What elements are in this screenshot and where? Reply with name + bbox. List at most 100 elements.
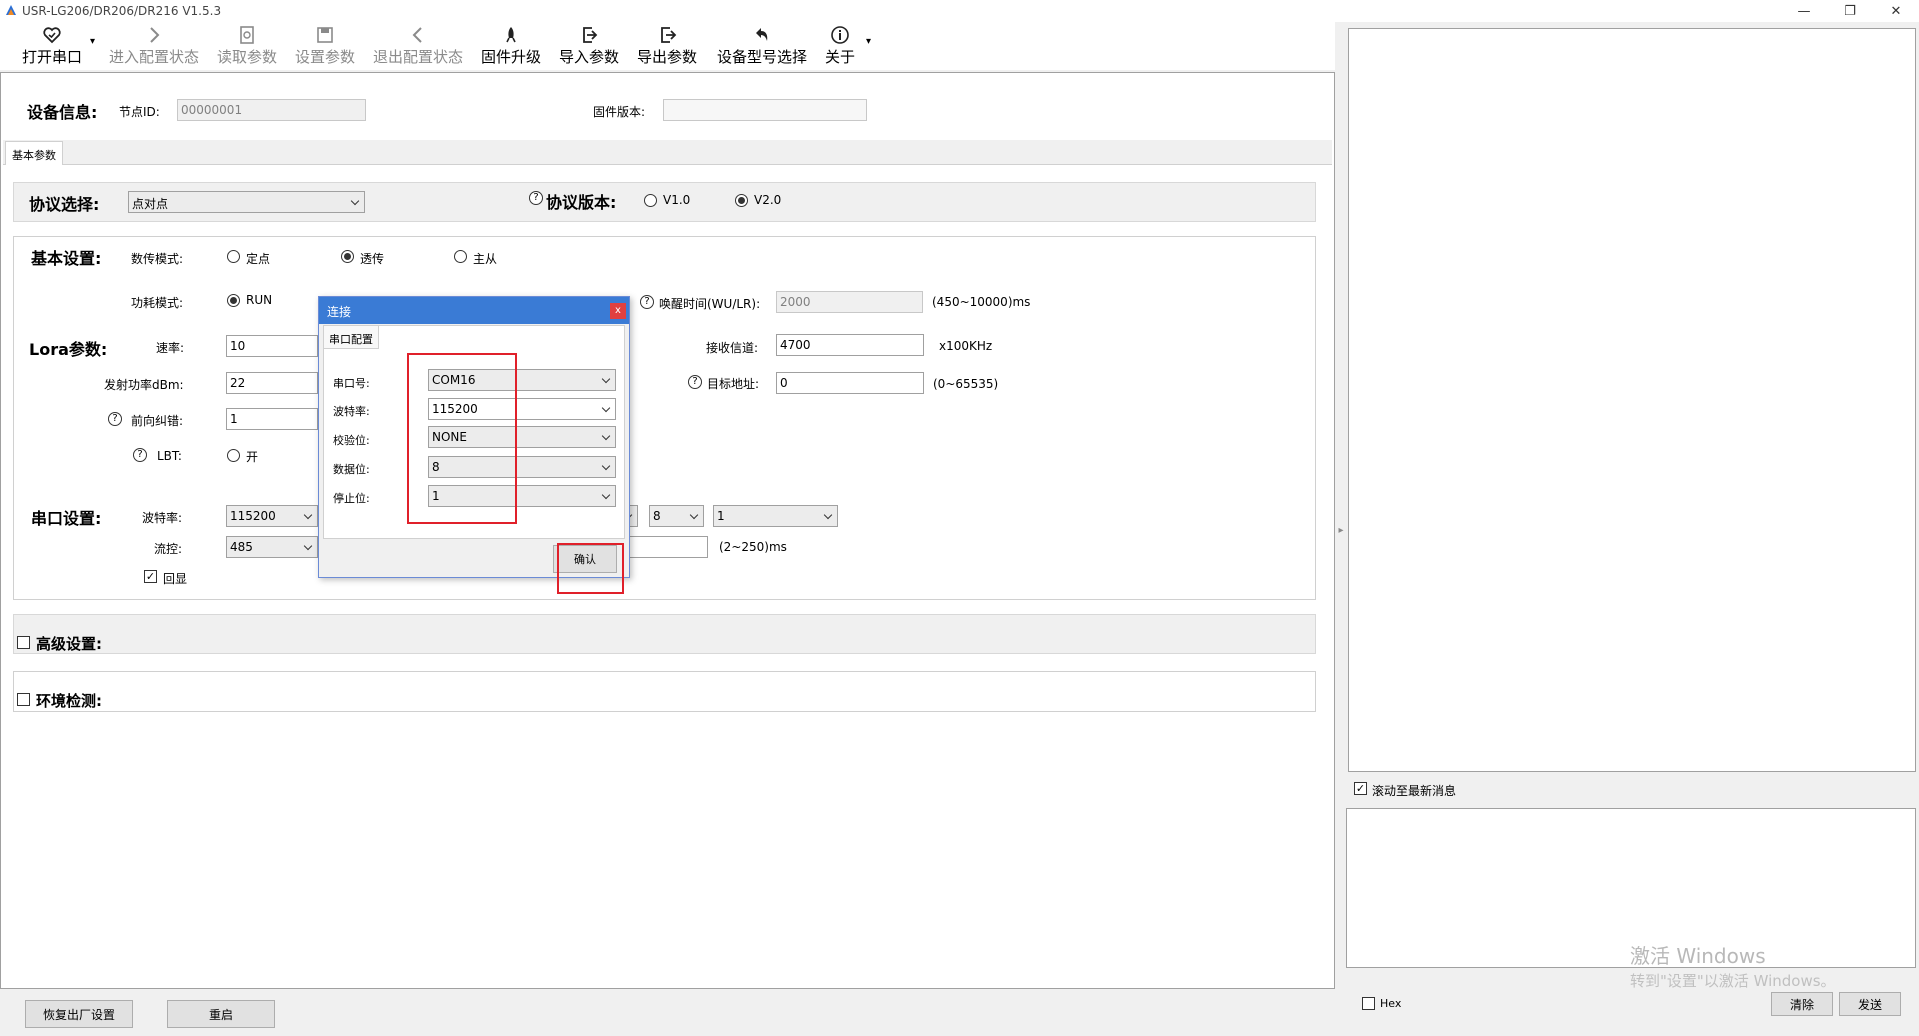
wake-time-range: (450~10000)ms (932, 295, 1031, 309)
activation-watermark-title: 激活 Windows (1630, 944, 1766, 968)
timeout-field[interactable] (623, 536, 708, 558)
protocol-v2-radio[interactable] (735, 194, 748, 207)
serial-baud-select[interactable]: 115200 (226, 505, 318, 527)
protocol-version-label: 协议版本: (546, 193, 617, 212)
firmware-version-label: 固件版本: (593, 105, 646, 119)
target-address-range: (0~65535) (933, 377, 999, 391)
import-params-button[interactable]: 导入参数 (554, 24, 624, 68)
protocol-v2-label: V2.0 (754, 193, 782, 207)
open-port-button[interactable]: 打开串口 (14, 24, 90, 68)
hex-checkbox[interactable] (1362, 997, 1375, 1010)
help-icon[interactable]: ? (688, 375, 702, 389)
highlight-box (407, 353, 517, 524)
fec-label: 前向纠错: (131, 414, 184, 428)
firmware-upgrade-label: 固件升级 (480, 48, 541, 66)
hex-label: Hex (1380, 997, 1402, 1010)
import-icon (579, 24, 599, 46)
tab-basic-params[interactable]: 基本参数 (5, 141, 63, 165)
device-info-label: 设备信息: (27, 103, 98, 122)
protocol-select[interactable]: 点对点 (128, 191, 365, 213)
power-mode-label: 功耗模式: (131, 296, 184, 310)
exit-config-button[interactable]: 退出配置状态 (368, 24, 468, 68)
help-icon[interactable]: ? (133, 448, 147, 462)
restore-button[interactable]: ❐ (1827, 0, 1873, 22)
help-icon[interactable]: ? (640, 295, 654, 309)
env-detection-group (13, 671, 1316, 712)
mode-transparent-label: 透传 (360, 252, 385, 266)
read-params-label: 读取参数 (216, 48, 277, 66)
mode-master-radio[interactable] (454, 250, 467, 263)
tx-power-field[interactable]: 22 (226, 372, 318, 394)
read-document-icon (237, 24, 257, 46)
dialog-baud-label: 波特率: (333, 405, 370, 418)
set-params-label: 设置参数 (294, 48, 355, 66)
help-icon[interactable]: ? (108, 412, 122, 426)
close-window-button[interactable]: ✕ (1873, 0, 1919, 22)
protocol-v1-radio[interactable] (644, 194, 657, 207)
lbt-on-radio[interactable] (227, 449, 240, 462)
target-address-field[interactable]: 0 (776, 372, 924, 394)
enter-config-button[interactable]: 进入配置状态 (104, 24, 204, 68)
tab-serial-config[interactable]: 串口配置 (323, 325, 379, 349)
export-params-button[interactable]: 导出参数 (632, 24, 702, 68)
env-detection-label: 环境检测: (36, 692, 102, 710)
about-label: 关于 (824, 48, 855, 66)
scroll-latest-checkbox[interactable]: ✓ (1354, 782, 1367, 795)
window-title: USR-LG206/DR206/DR216 V1.5.3 (22, 4, 222, 18)
power-run-label: RUN (246, 293, 273, 307)
timeout-range: (2~250)ms (719, 540, 787, 554)
wake-time-field[interactable]: 2000 (776, 291, 923, 313)
app-logo-icon (6, 5, 16, 15)
connect-dialog: 连接 x 串口配置 串口号: COM16 波特率: 115200 校验位: NO… (318, 296, 630, 578)
open-port-label: 打开串口 (21, 48, 82, 66)
info-icon (830, 24, 850, 46)
node-id-field[interactable]: 00000001 (177, 99, 366, 121)
restart-button[interactable]: 重启 (167, 1000, 275, 1028)
dialog-close-icon[interactable]: x (610, 303, 626, 319)
minimize-button[interactable]: — (1781, 0, 1827, 22)
basic-settings-label: 基本设置: (31, 249, 102, 268)
flow-control-select[interactable]: 485 (226, 536, 318, 558)
node-id-label: 节点ID: (119, 105, 160, 119)
model-select-label: 设备型号选择 (716, 48, 807, 66)
firmware-upgrade-button[interactable]: 固件升级 (476, 24, 546, 68)
about-button[interactable]: 关于 (820, 24, 860, 68)
export-params-label: 导出参数 (636, 48, 697, 66)
open-port-dropdown-icon[interactable]: ▾ (90, 36, 95, 47)
env-detection-checkbox[interactable] (17, 693, 30, 706)
mode-master-label: 主从 (473, 252, 498, 266)
speed-field[interactable]: 10 (226, 335, 318, 357)
mode-fixed-radio[interactable] (227, 250, 240, 263)
lbt-on-label: 开 (246, 450, 259, 464)
serial-stopbits-select[interactable]: 1 (713, 505, 838, 527)
serial-baud-label: 波特率: (142, 511, 183, 525)
splitter-arrow-icon[interactable]: ▸ (1337, 490, 1345, 570)
send-button[interactable]: 发送 (1839, 992, 1901, 1016)
clear-button[interactable]: 清除 (1771, 992, 1833, 1016)
dialog-databits-label: 数据位: (333, 463, 370, 476)
power-run-radio[interactable] (227, 294, 240, 307)
help-icon[interactable]: ? (529, 191, 543, 205)
set-params-button[interactable]: 设置参数 (290, 24, 360, 68)
about-dropdown-icon[interactable]: ▾ (866, 36, 871, 47)
mode-fixed-label: 定点 (246, 252, 271, 266)
echo-checkbox[interactable]: ✓ (144, 570, 157, 583)
rx-channel-unit: x100KHz (939, 339, 993, 353)
serial-databits-select[interactable]: 8 (649, 505, 704, 527)
port-label: 串口号: (333, 377, 370, 390)
rx-channel-field[interactable]: 4700 (776, 334, 924, 356)
advanced-settings-bar (13, 614, 1316, 654)
chevron-right-icon (144, 24, 164, 46)
read-params-button[interactable]: 读取参数 (212, 24, 282, 68)
factory-reset-button[interactable]: 恢复出厂设置 (25, 1000, 133, 1028)
advanced-settings-checkbox[interactable] (17, 636, 30, 649)
tab-strip (3, 140, 1332, 165)
log-output-area[interactable] (1348, 28, 1916, 772)
dialog-title: 连接 (319, 297, 629, 324)
enter-config-label: 进入配置状态 (108, 48, 199, 66)
undo-arrow-icon (752, 24, 772, 46)
model-select-button[interactable]: 设备型号选择 (712, 24, 812, 68)
firmware-version-field[interactable] (663, 99, 867, 121)
fec-field[interactable]: 1 (226, 408, 318, 430)
mode-transparent-radio[interactable] (341, 250, 354, 263)
